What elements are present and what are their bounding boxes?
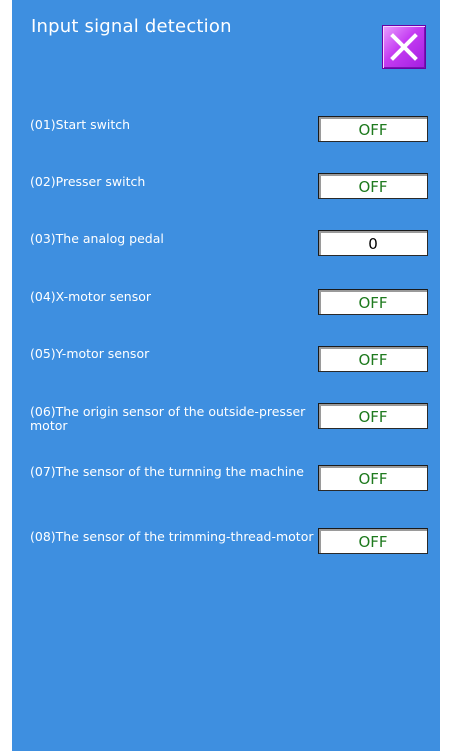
- signal-label: (04)X-motor sensor: [30, 289, 152, 304]
- signal-label: (05)Y-motor sensor: [30, 346, 150, 361]
- signal-label: (01)Start switch: [30, 117, 131, 132]
- signal-value: OFF: [318, 403, 428, 429]
- signal-detection-panel: Input signal detection (01)Start switch …: [12, 0, 440, 751]
- signal-label: (03)The analog pedal: [30, 231, 164, 246]
- signal-label: (02)Presser switch: [30, 174, 146, 189]
- signal-value: OFF: [318, 173, 428, 199]
- signal-label: (07)The sensor of the turnning the machi…: [30, 464, 304, 479]
- signal-value: OFF: [318, 289, 428, 315]
- signal-value: OFF: [318, 116, 428, 142]
- signal-value: OFF: [318, 465, 428, 491]
- signal-value: OFF: [318, 346, 428, 372]
- signal-value: 0: [318, 230, 428, 256]
- signal-label: (08)The sensor of the trimming-thread-mo…: [30, 529, 314, 544]
- close-icon: [390, 33, 418, 61]
- page-title: Input signal detection: [31, 16, 232, 37]
- signal-label: (06)The origin sensor of the outside-pre…: [30, 404, 306, 433]
- close-button[interactable]: [382, 25, 426, 69]
- signal-value: OFF: [318, 528, 428, 554]
